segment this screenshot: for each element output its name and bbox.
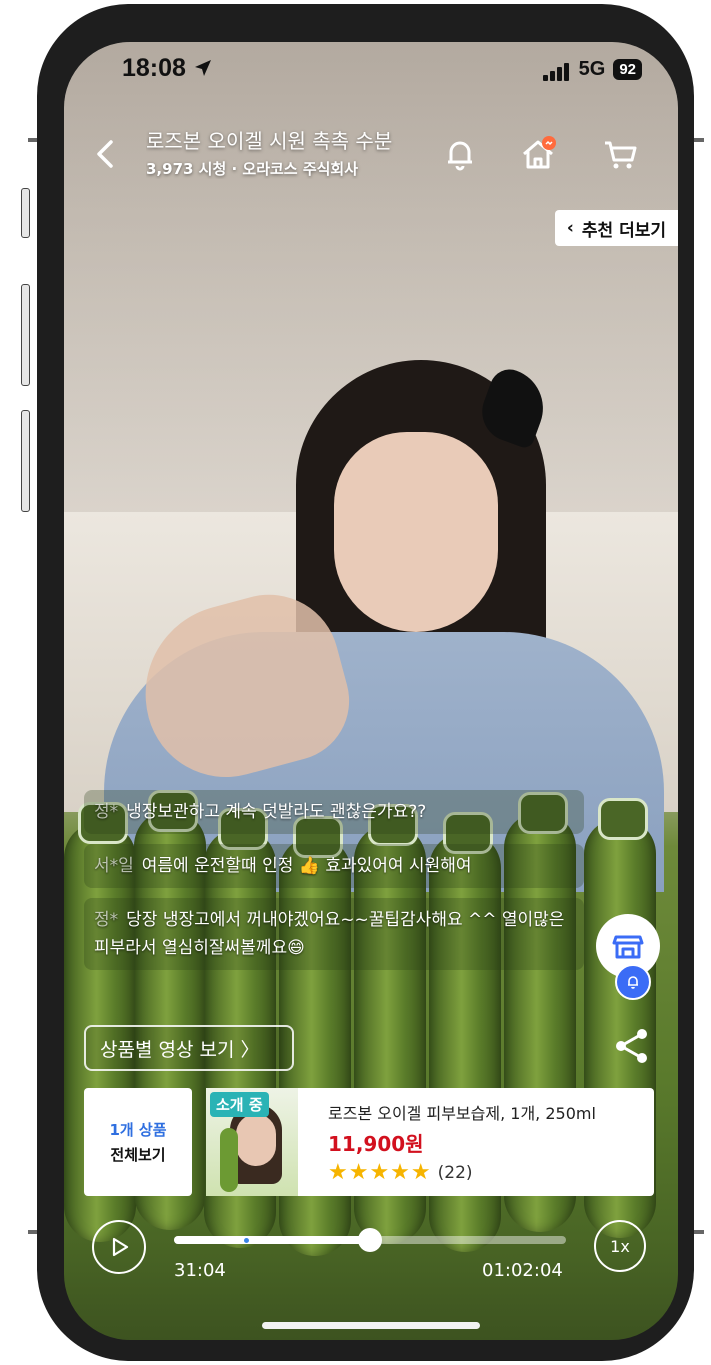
progress-handle[interactable] bbox=[358, 1228, 382, 1252]
live-video-screen[interactable]: 18:08 5G 92 로즈본 오이겔 시원 촉촉 수분 3,973 시청 · … bbox=[64, 42, 678, 1340]
chat-user: 정* bbox=[94, 802, 119, 822]
product-rating: ★★★★★ (22) bbox=[328, 1160, 473, 1185]
volume-down-button bbox=[21, 410, 30, 512]
location-arrow-icon bbox=[194, 60, 211, 76]
progress-fill bbox=[174, 1236, 370, 1244]
chat-user: 정* bbox=[94, 910, 119, 930]
view-all-label: 전체보기 bbox=[110, 1146, 166, 1164]
product-price: 11,900원 bbox=[328, 1132, 424, 1156]
bell-icon[interactable] bbox=[440, 134, 480, 174]
chat-message: 정* 당장 냉장고에서 꺼내야겠어요~~꿀팁감사해요 ^^ 열이많은피부라서 열심… bbox=[84, 898, 584, 970]
recommend-more-label: 추천 더보기 bbox=[581, 220, 666, 241]
frame-mark bbox=[694, 138, 704, 142]
play-icon bbox=[112, 1237, 129, 1257]
mute-switch bbox=[21, 188, 30, 238]
viewer-count-seller: 3,973 시청 · 오라코스 주식회사 bbox=[146, 160, 359, 178]
introducing-badge: 소개 중 bbox=[210, 1092, 269, 1117]
product-name: 로즈본 오이겔 피부보습제, 1개, 250ml bbox=[328, 1104, 596, 1123]
videos-by-product-button[interactable]: 상품별 영상 보기 〉 bbox=[84, 1025, 294, 1071]
signal-icon bbox=[542, 58, 571, 81]
product-count: 1개 상품 bbox=[109, 1121, 167, 1139]
playback-speed-button[interactable]: 1x bbox=[594, 1220, 646, 1272]
product-card[interactable]: 소개 중 로즈본 오이겔 피부보습제, 1개, 250ml 11,900원 ★★… bbox=[206, 1088, 654, 1196]
star-rating-icon: ★★★★★ bbox=[328, 1160, 432, 1185]
chat-text: 여름에 운전할때 인정 👍 효과있어여 시원해여 bbox=[141, 856, 472, 876]
battery-icon: 92 bbox=[613, 59, 642, 80]
chat-user: 서*일 bbox=[94, 856, 134, 876]
status-time: 18:08 bbox=[122, 54, 213, 83]
cart-icon[interactable] bbox=[600, 134, 640, 174]
chat-message: 서*일 여름에 운전할때 인정 👍 효과있어여 시원해여 bbox=[84, 844, 584, 888]
volume-up-button bbox=[21, 284, 30, 386]
status-bar: 18:08 5G 92 bbox=[64, 54, 678, 98]
all-products-button[interactable]: 1개 상품 전체보기 bbox=[84, 1088, 192, 1196]
store-alarm-badge[interactable] bbox=[615, 964, 651, 1000]
network-label: 5G bbox=[578, 58, 606, 80]
recommend-more-button[interactable]: ‹ 추천 더보기 bbox=[554, 210, 678, 246]
share-icon[interactable] bbox=[612, 1026, 652, 1066]
play-button[interactable] bbox=[92, 1220, 146, 1274]
chat-text: 당장 냉장고에서 꺼내야겠어요~~꿀팁감사해요 ^^ 열이많은피부라서 열심히잘… bbox=[94, 910, 565, 958]
bell-small-icon bbox=[628, 976, 638, 989]
current-time: 31:04 bbox=[174, 1260, 226, 1281]
video-player-controls: 31:04 01:02:04 1x bbox=[64, 1204, 678, 1314]
store-icon bbox=[612, 935, 644, 959]
back-arrow-icon[interactable] bbox=[86, 134, 126, 174]
chat-list: 정* 냉장보관하고 계속 덧발라도 괜찮은가요?? 서*일 여름에 운전할때 인정 … bbox=[84, 790, 584, 980]
progress-slider[interactable] bbox=[174, 1228, 566, 1252]
total-time: 01:02:04 bbox=[482, 1260, 563, 1281]
review-count: (22) bbox=[437, 1162, 473, 1183]
chat-message: 정* 냉장보관하고 계속 덧발라도 괜찮은가요?? bbox=[84, 790, 584, 834]
chevron-left-icon: ‹ bbox=[566, 218, 574, 238]
live-title: 로즈본 오이겔 시원 촉촉 수분 bbox=[146, 129, 393, 153]
chat-text: 냉장보관하고 계속 덧발라도 괜찮은가요?? bbox=[126, 802, 427, 822]
product-thumbnail: 소개 중 bbox=[206, 1088, 298, 1196]
frame-mark bbox=[694, 1230, 704, 1234]
live-header: 로즈본 오이겔 시원 촉촉 수분 3,973 시청 · 오라코스 주식회사 bbox=[64, 122, 678, 192]
store-home-icon[interactable] bbox=[518, 134, 558, 174]
title-block[interactable]: 로즈본 오이겔 시원 촉촉 수분 3,973 시청 · 오라코스 주식회사 bbox=[146, 125, 426, 179]
home-indicator bbox=[262, 1322, 480, 1329]
highlight-marker bbox=[244, 1238, 249, 1243]
